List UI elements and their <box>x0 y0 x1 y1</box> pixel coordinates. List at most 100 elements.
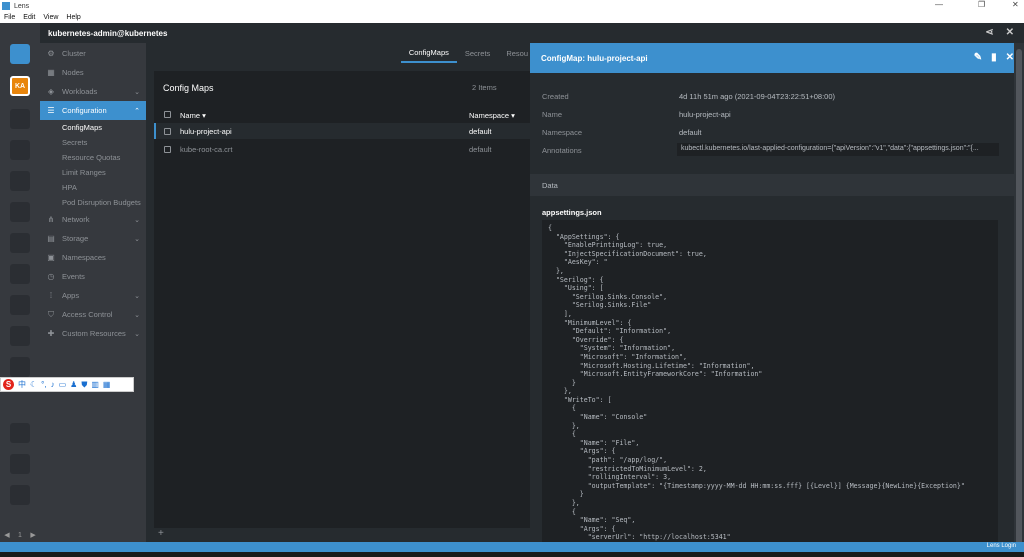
ime-grid-icon[interactable]: ▦ <box>103 380 111 389</box>
cluster-header: kubernetes-admin@kubernetes ⋖ ✕ <box>40 23 1024 43</box>
close-window-button[interactable]: ✕ <box>1012 0 1019 9</box>
ime-user-icon[interactable]: ♟ <box>70 380 77 389</box>
annotation-badge[interactable]: kubectl.kubernetes.io/last-applied-confi… <box>677 143 999 156</box>
sidebar-item-workloads[interactable]: ◈ Workloads ⌄ <box>40 82 146 101</box>
menu-view[interactable]: View <box>43 14 58 21</box>
cluster-slot[interactable] <box>10 485 30 505</box>
ime-keyboard-icon[interactable]: ▭ <box>59 380 67 389</box>
pager-prev-icon[interactable]: ◀ <box>4 531 9 539</box>
row-checkbox[interactable] <box>164 128 171 135</box>
sidebar-item-nodes[interactable]: ▦ Nodes <box>40 63 146 82</box>
detail-namespace-row: Namespace default <box>530 124 1024 142</box>
tab-configmaps[interactable]: ConfigMaps <box>400 43 457 63</box>
column-name-header[interactable]: Name ▾ <box>180 111 206 120</box>
cluster-slot[interactable] <box>10 454 30 474</box>
sidebar-item-label: Access Control <box>62 310 113 319</box>
chevron-up-icon: ⌃ <box>134 107 140 115</box>
sidebar-item-storage[interactable]: ▤ Storage ⌄ <box>40 229 146 248</box>
lens-app-icon <box>2 2 10 10</box>
sidebar-item-cluster[interactable]: ⚙ Cluster <box>40 44 146 63</box>
sidebar-sub-secrets[interactable]: Secrets <box>62 135 87 150</box>
sidebar-sub-resource-quotas[interactable]: Resource Quotas <box>62 150 120 165</box>
edit-icon[interactable]: ✎ <box>974 52 982 63</box>
delete-icon[interactable]: ▮ <box>991 52 997 63</box>
sidebar-item-label: Configuration <box>62 106 107 115</box>
row-checkbox[interactable] <box>164 146 171 153</box>
minimize-button[interactable]: — <box>935 0 943 9</box>
taskbar-strip <box>0 552 1024 557</box>
main-area: ConfigMaps Secrets Resou Config Maps 2 I… <box>146 43 530 542</box>
ime-punctuation-icon[interactable]: °, <box>41 380 46 389</box>
data-value-editor[interactable]: { "AppSettings": { "EnablePrintingLog": … <box>542 220 998 542</box>
sidebar-item-events[interactable]: ◷ Events <box>40 267 146 286</box>
sidebar-item-configuration[interactable]: ☰ Configuration ⌃ <box>40 101 146 120</box>
tab-resource-quotas[interactable]: Resou <box>498 43 530 63</box>
sidebar-item-label: Apps <box>62 291 80 300</box>
data-section-header: Data <box>530 174 1024 196</box>
cluster-slot[interactable] <box>10 140 30 160</box>
rail-pager: ◀ 1 ▶ <box>0 528 40 542</box>
share-icon[interactable]: ⋖ <box>985 27 993 38</box>
tab-secrets[interactable]: Secrets <box>457 43 498 63</box>
menu-file[interactable]: File <box>4 14 15 21</box>
configmap-detail-panel: ConfigMap: hulu-project-api ✎ ▮ ✕ Create… <box>530 43 1024 542</box>
lens-login-link[interactable]: Lens Login <box>987 543 1016 549</box>
cluster-slot[interactable] <box>10 357 30 377</box>
sidebar-item-access-control[interactable]: ⛉ Access Control ⌄ <box>40 305 146 324</box>
ime-tools-icon[interactable]: ▥ <box>91 380 99 389</box>
sogou-logo-icon[interactable]: S <box>3 379 14 390</box>
cluster-slot[interactable] <box>10 233 30 253</box>
ime-moon-icon[interactable]: ☾ <box>30 380 37 389</box>
cluster-slot[interactable] <box>10 109 30 129</box>
select-all-checkbox[interactable] <box>164 111 171 118</box>
sidebar-sub-limit-ranges[interactable]: Limit Ranges <box>62 165 106 180</box>
sidebar-sub-configmaps[interactable]: ConfigMaps <box>62 120 102 135</box>
pager-page: 1 <box>18 531 22 539</box>
ime-skin-icon[interactable]: ⛊ <box>81 380 87 390</box>
sidebar-item-custom-resources[interactable]: ✚ Custom Resources ⌄ <box>40 324 146 343</box>
table-row[interactable]: kube-root-ca.crt default <box>154 141 530 157</box>
sidebar-item-label: Events <box>62 272 85 281</box>
cluster-slot[interactable] <box>10 264 30 284</box>
ime-toolbar[interactable]: S 中 ☾ °, ♪ ▭ ♟ ⛊ ▥ ▦ <box>0 377 134 392</box>
events-icon: ◷ <box>47 272 55 281</box>
cluster-slot[interactable] <box>10 295 30 315</box>
maximize-button[interactable]: ❐ <box>978 0 985 9</box>
cluster-slot[interactable] <box>10 202 30 222</box>
cluster-slot[interactable] <box>10 326 30 346</box>
window-titlebar: Lens — ❐ ✕ <box>0 0 1024 12</box>
sidebar-item-namespaces[interactable]: ▣ Namespaces <box>40 248 146 267</box>
nodes-icon: ▦ <box>47 68 55 77</box>
chevron-down-icon: ⌄ <box>134 235 140 243</box>
sidebar-item-label: Custom Resources <box>62 329 126 338</box>
sidebar-item-label: Network <box>62 215 90 224</box>
detail-scrollbar[interactable] <box>1014 43 1024 549</box>
chevron-down-icon: ⌄ <box>134 330 140 338</box>
close-icon[interactable]: ✕ <box>1006 27 1014 38</box>
catalog-button[interactable] <box>10 44 30 64</box>
menu-help[interactable]: Help <box>66 14 80 21</box>
scrollbar-thumb[interactable] <box>1016 49 1022 549</box>
tab-bar: ConfigMaps Secrets Resou <box>146 43 530 63</box>
sidebar-item-network[interactable]: ⋔ Network ⌄ <box>40 210 146 229</box>
close-icon[interactable]: ✕ <box>1006 52 1014 63</box>
cluster-slot[interactable] <box>10 171 30 191</box>
window-title: Lens <box>14 2 30 10</box>
add-button[interactable]: + <box>154 528 530 542</box>
ime-mic-icon[interactable]: ♪ <box>51 380 55 389</box>
pager-next-icon[interactable]: ▶ <box>30 531 35 539</box>
cluster-slot[interactable] <box>10 423 30 443</box>
sidebar-sub-pdb[interactable]: Pod Disruption Budgets <box>62 195 141 210</box>
sidebar-item-apps[interactable]: ⁞ Apps ⌄ <box>40 286 146 305</box>
column-namespace-header[interactable]: Namespace ▾ <box>469 111 515 120</box>
ime-chinese-icon[interactable]: 中 <box>18 379 26 390</box>
menu-edit[interactable]: Edit <box>23 14 35 21</box>
namespaces-icon: ▣ <box>47 253 55 262</box>
page-title: Config Maps <box>163 83 214 93</box>
access-control-icon: ⛉ <box>48 309 54 319</box>
sidebar-sub-hpa[interactable]: HPA <box>62 180 77 195</box>
table-row[interactable]: hulu-project-api default <box>154 123 530 139</box>
cluster-avatar[interactable]: KA <box>10 76 30 96</box>
row-namespace: default <box>469 127 492 136</box>
name-value: hulu-project-api <box>679 110 731 119</box>
